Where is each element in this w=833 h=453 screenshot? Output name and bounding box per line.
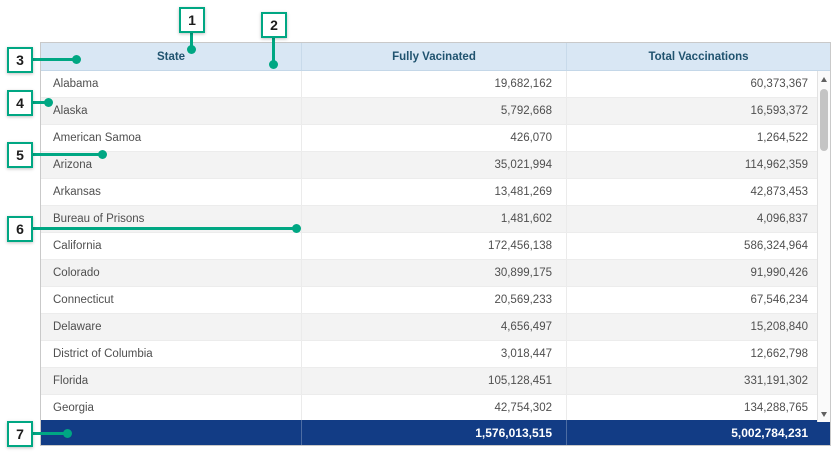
cell-total-vaccinations: 16,593,372 [566, 98, 830, 124]
cell-state: Alabama [41, 71, 301, 97]
cell-fully-vaccinated: 5,792,668 [301, 98, 566, 124]
callout-2-marker: 2 [261, 12, 287, 38]
callout-3-marker: 3 [7, 47, 33, 73]
cell-total-vaccinations: 1,264,522 [566, 125, 830, 151]
cell-state: American Samoa [41, 125, 301, 151]
cell-total-vaccinations: 60,373,367 [566, 71, 830, 97]
table-row[interactable]: Florida 105,128,451 331,191,302 [41, 368, 830, 395]
totals-total-vaccinations: 5,002,784,231 [566, 420, 830, 445]
table-row[interactable]: Colorado 30,899,175 91,990,426 [41, 260, 830, 287]
vertical-scrollbar[interactable] [817, 71, 830, 422]
report-canvas: State Fully Vacinated Total Vaccinations… [0, 0, 833, 453]
callout-6-line [32, 227, 294, 230]
cell-fully-vaccinated: 35,021,994 [301, 152, 566, 178]
callout-4-marker: 4 [7, 90, 33, 116]
cell-total-vaccinations: 331,191,302 [566, 368, 830, 394]
cell-fully-vaccinated: 3,018,447 [301, 341, 566, 367]
scroll-down-icon [821, 412, 827, 417]
cell-state: California [41, 233, 301, 259]
cell-state: Georgia [41, 395, 301, 421]
callout-5-line [32, 153, 100, 156]
cell-state: Florida [41, 368, 301, 394]
callout-5-dot [98, 150, 107, 159]
totals-label-cell [41, 420, 301, 445]
vaccination-table: State Fully Vacinated Total Vaccinations… [40, 42, 831, 446]
cell-total-vaccinations: 4,096,837 [566, 206, 830, 232]
table-row[interactable]: District of Columbia 3,018,447 12,662,79… [41, 341, 830, 368]
cell-fully-vaccinated: 19,682,162 [301, 71, 566, 97]
cell-total-vaccinations: 134,288,765 [566, 395, 830, 421]
cell-fully-vaccinated: 4,656,497 [301, 314, 566, 340]
cell-state: Colorado [41, 260, 301, 286]
column-header-total-vaccinations[interactable]: Total Vaccinations [566, 43, 830, 70]
scroll-up-button[interactable] [818, 71, 830, 87]
cell-state: Alaska [41, 98, 301, 124]
callout-2-dot [269, 60, 278, 69]
callout-4-dot [44, 98, 53, 107]
cell-fully-vaccinated: 1,481,602 [301, 206, 566, 232]
callout-6-dot [292, 224, 301, 233]
cell-total-vaccinations: 586,324,964 [566, 233, 830, 259]
table-row[interactable]: Alabama 19,682,162 60,373,367 [41, 71, 830, 98]
callout-5-marker: 5 [7, 142, 33, 168]
table-row[interactable]: Delaware 4,656,497 15,208,840 [41, 314, 830, 341]
scroll-down-button[interactable] [818, 406, 830, 422]
cell-fully-vaccinated: 13,481,269 [301, 179, 566, 205]
table-row[interactable]: California 172,456,138 586,324,964 [41, 233, 830, 260]
cell-total-vaccinations: 91,990,426 [566, 260, 830, 286]
column-header-fully-vaccinated[interactable]: Fully Vacinated [301, 43, 566, 70]
table-row[interactable]: Alaska 5,792,668 16,593,372 [41, 98, 830, 125]
cell-total-vaccinations: 67,546,234 [566, 287, 830, 313]
callout-3-line [32, 58, 74, 61]
totals-row: 1,576,013,515 5,002,784,231 [41, 420, 830, 445]
cell-state: Connecticut [41, 287, 301, 313]
callout-1-marker: 1 [179, 7, 205, 33]
cell-fully-vaccinated: 20,569,233 [301, 287, 566, 313]
totals-fully-vaccinated: 1,576,013,515 [301, 420, 566, 445]
cell-state: Delaware [41, 314, 301, 340]
cell-state: District of Columbia [41, 341, 301, 367]
callout-3-dot [72, 55, 81, 64]
table-row[interactable]: American Samoa 426,070 1,264,522 [41, 125, 830, 152]
callout-6-marker: 6 [7, 216, 33, 242]
table-row[interactable]: Arizona 35,021,994 114,962,359 [41, 152, 830, 179]
callout-7-marker: 7 [7, 421, 33, 447]
cell-fully-vaccinated: 30,899,175 [301, 260, 566, 286]
table-header-row: State Fully Vacinated Total Vaccinations [41, 43, 830, 71]
callout-7-dot [63, 429, 72, 438]
table-row[interactable]: Arkansas 13,481,269 42,873,453 [41, 179, 830, 206]
cell-fully-vaccinated: 426,070 [301, 125, 566, 151]
table-row[interactable]: Connecticut 20,569,233 67,546,234 [41, 287, 830, 314]
table-body: Alabama 19,682,162 60,373,367 Alaska 5,7… [41, 71, 830, 422]
cell-fully-vaccinated: 105,128,451 [301, 368, 566, 394]
cell-total-vaccinations: 114,962,359 [566, 152, 830, 178]
scroll-up-icon [821, 77, 827, 82]
table-row[interactable]: Georgia 42,754,302 134,288,765 [41, 395, 830, 422]
callout-1-dot [187, 45, 196, 54]
callout-7-line [32, 432, 66, 435]
cell-total-vaccinations: 12,662,798 [566, 341, 830, 367]
cell-state: Arkansas [41, 179, 301, 205]
cell-total-vaccinations: 42,873,453 [566, 179, 830, 205]
cell-total-vaccinations: 15,208,840 [566, 314, 830, 340]
cell-fully-vaccinated: 42,754,302 [301, 395, 566, 421]
cell-fully-vaccinated: 172,456,138 [301, 233, 566, 259]
scrollbar-thumb[interactable] [820, 89, 828, 151]
